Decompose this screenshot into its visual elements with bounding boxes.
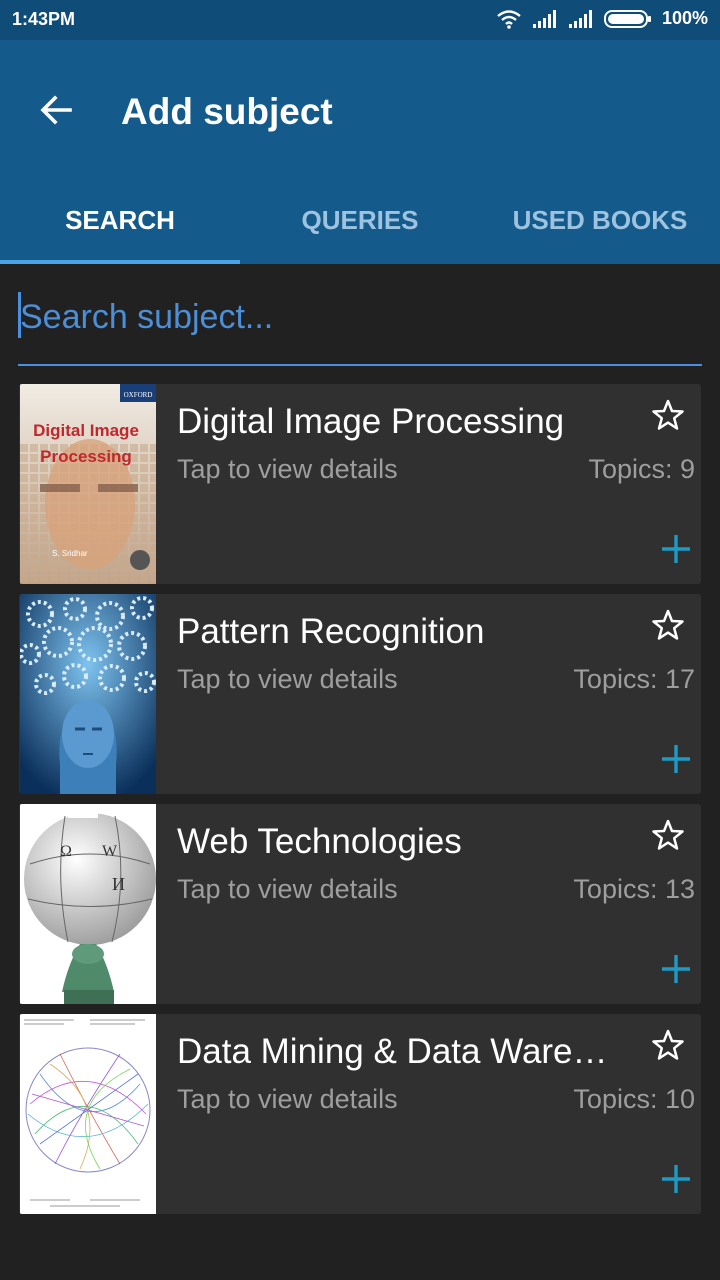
topics-count: Topics: 13 xyxy=(573,874,695,904)
tab-search[interactable]: SEARCH xyxy=(0,176,240,264)
star-icon[interactable] xyxy=(651,818,685,852)
star-icon[interactable] xyxy=(651,1028,685,1062)
star-icon[interactable] xyxy=(651,398,685,432)
signal-icon-2 xyxy=(568,9,592,28)
subject-title: Web Technologies xyxy=(177,822,462,861)
subject-list: OXFORD Digital Image Processing S. Sridh… xyxy=(19,384,701,1224)
list-item[interactable]: Data Mining & Data Ware… Tap to view det… xyxy=(19,1014,701,1214)
list-item[interactable]: Pattern Recognition Tap to view details … xyxy=(19,594,701,794)
svg-text:Digital Image: Digital Image xyxy=(33,421,139,440)
tab-queries[interactable]: QUERIES xyxy=(240,176,480,264)
add-icon[interactable] xyxy=(661,954,691,984)
add-icon[interactable] xyxy=(661,744,691,774)
subject-title: Digital Image Processing xyxy=(177,402,565,441)
tab-bar: SEARCH QUERIES USED BOOKS xyxy=(0,176,720,264)
subject-subtitle: Tap to view details xyxy=(177,454,398,484)
arrow-left-icon xyxy=(40,95,72,125)
search-input[interactable] xyxy=(18,292,702,342)
svg-text:Processing: Processing xyxy=(40,447,132,466)
subject-subtitle: Tap to view details xyxy=(177,874,398,904)
svg-text:И: И xyxy=(112,874,125,894)
signal-icon xyxy=(532,9,556,28)
topics-count: Topics: 9 xyxy=(588,454,695,484)
subject-title: Pattern Recognition xyxy=(177,612,485,651)
status-time: 1:43PM xyxy=(12,9,76,29)
battery-level: 100% xyxy=(661,8,708,28)
page-title: Add subject xyxy=(121,91,333,132)
subject-subtitle: Tap to view details xyxy=(177,1084,398,1114)
status-icons: 100% xyxy=(496,8,708,29)
svg-text:Ω: Ω xyxy=(60,843,72,860)
book-cover-web-technologies: Ω W И xyxy=(20,804,156,1004)
book-cover-data-mining xyxy=(20,1014,156,1214)
search-field xyxy=(18,280,702,366)
book-cover-pattern-recognition xyxy=(20,594,156,794)
wifi-icon xyxy=(497,9,521,29)
subject-subtitle: Tap to view details xyxy=(177,664,398,694)
status-bar: 1:43PM 100% xyxy=(0,0,720,40)
svg-text:W: W xyxy=(102,843,118,860)
add-icon[interactable] xyxy=(661,534,691,564)
text-cursor xyxy=(18,292,21,338)
topics-count: Topics: 10 xyxy=(573,1084,695,1114)
star-icon[interactable] xyxy=(651,608,685,642)
list-item[interactable]: Ω W И Web Technologies Tap to view detai… xyxy=(19,804,701,1004)
tab-indicator xyxy=(0,260,240,264)
battery-icon xyxy=(603,9,651,28)
svg-text:OXFORD: OXFORD xyxy=(124,391,153,399)
app-bar: Add subject SEARCH QUERIES USED BOOKS xyxy=(0,40,720,264)
add-icon[interactable] xyxy=(661,1164,691,1194)
topics-count: Topics: 17 xyxy=(573,664,695,694)
book-cover-digital-image-processing: OXFORD Digital Image Processing S. Sridh… xyxy=(20,384,156,584)
subject-title: Data Mining & Data Ware… xyxy=(177,1032,608,1071)
svg-text:S. Sridhar: S. Sridhar xyxy=(52,549,88,558)
list-item[interactable]: OXFORD Digital Image Processing S. Sridh… xyxy=(19,384,701,584)
tab-used-books[interactable]: USED BOOKS xyxy=(480,176,720,264)
back-button[interactable] xyxy=(36,90,76,130)
